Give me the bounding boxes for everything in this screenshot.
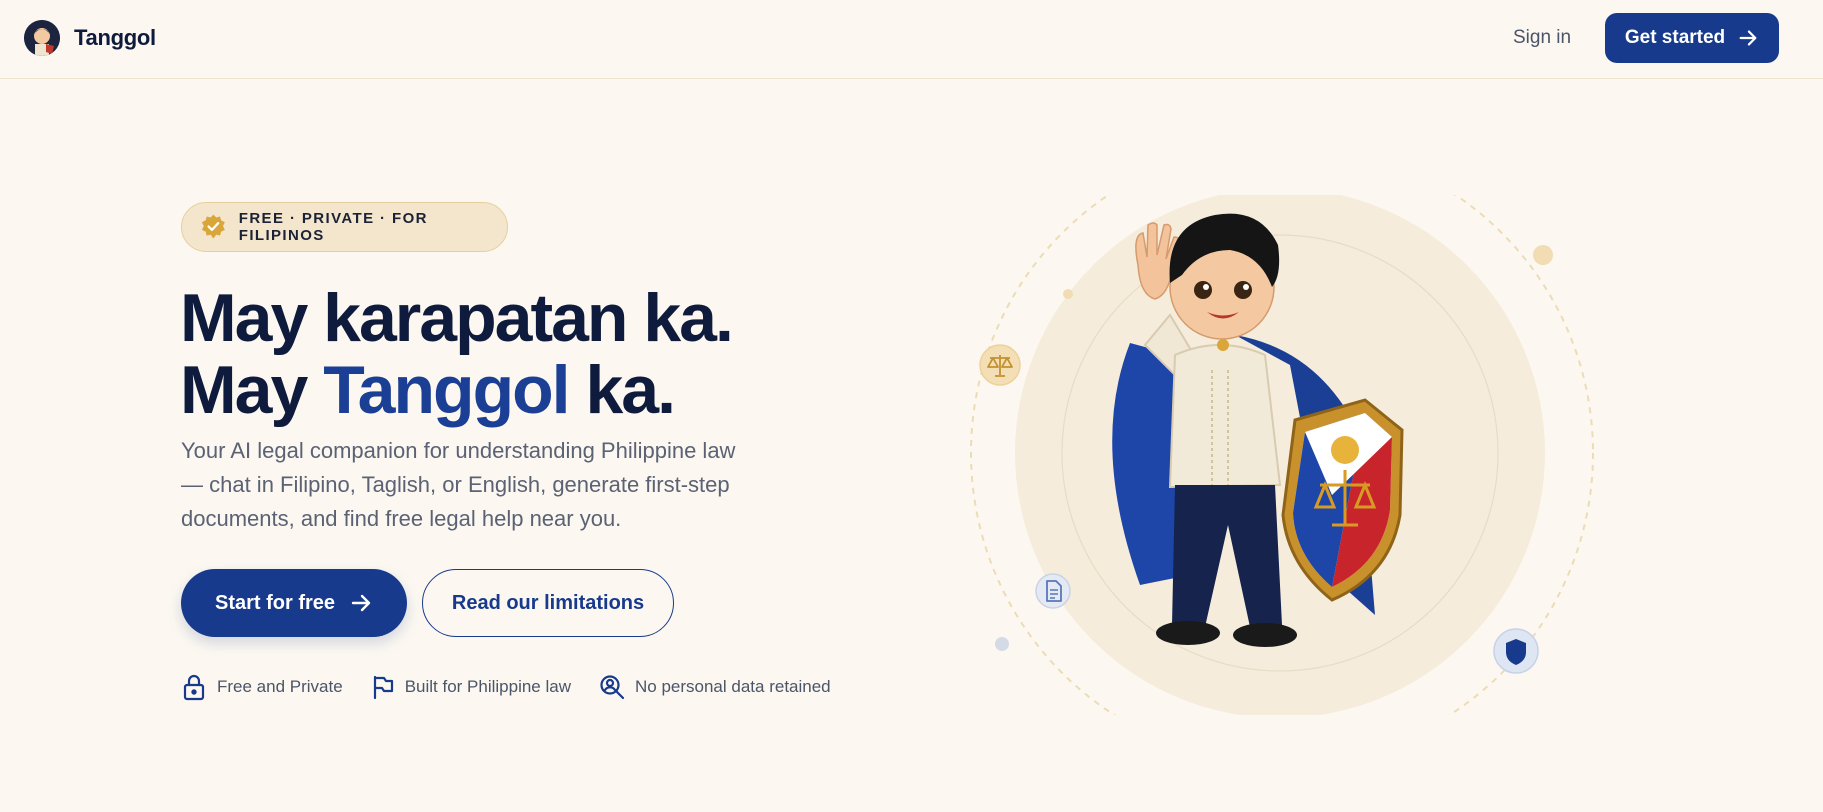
get-started-label: Get started <box>1624 27 1726 48</box>
feature-label: No personal data retained <box>635 677 831 696</box>
top-nav: Tanggol Sign in Get started <box>0 0 1823 79</box>
tagline-badge: FREE · PRIVATE · FOR FILIPINOS <box>181 202 508 252</box>
feature-list: Free and Private Built for Philippine la… <box>181 673 831 701</box>
badge-text: FREE · PRIVATE · FOR FILIPINOS <box>238 210 428 244</box>
hero-subtitle: Your AI legal companion for understandin… <box>181 438 736 531</box>
headline-line-1: May karapatan ka. <box>180 280 734 356</box>
shield-icon <box>1493 628 1539 674</box>
scales-icon <box>979 344 1021 386</box>
logo-avatar-icon <box>24 20 60 56</box>
feature-label: Built for Philippine law <box>404 677 571 696</box>
feature-item: Built for Philippine law <box>371 674 571 700</box>
brand-name: Tanggol <box>74 25 156 50</box>
get-started-button[interactable]: Get started <box>1605 13 1779 63</box>
feature-item: No personal data retained <box>599 674 831 700</box>
hero-illustration <box>960 141 1600 765</box>
start-for-free-button[interactable]: Start for free <box>181 569 407 637</box>
arrow-right-icon <box>351 594 371 612</box>
document-icon <box>1035 573 1071 609</box>
flag-icon <box>373 675 393 700</box>
feature-label: Free and Private <box>217 677 343 696</box>
arrow-right-icon <box>1739 30 1757 46</box>
start-for-free-label: Start for free <box>214 591 336 614</box>
headline-line-2: May Tanggol ka. <box>180 352 676 428</box>
headline-accent: Tanggol <box>323 352 570 428</box>
lock-icon <box>183 674 205 701</box>
hero-headline: May karapatan ka. May Tanggol ka. <box>180 280 734 428</box>
brand-logo[interactable]: Tanggol <box>24 20 156 56</box>
verified-badge-icon <box>201 214 225 239</box>
user-search-icon <box>600 675 625 700</box>
sign-in-link[interactable]: Sign in <box>1513 27 1571 49</box>
feature-item: Free and Private <box>181 673 343 701</box>
read-limitations-button[interactable]: Read our limitations <box>422 569 674 637</box>
